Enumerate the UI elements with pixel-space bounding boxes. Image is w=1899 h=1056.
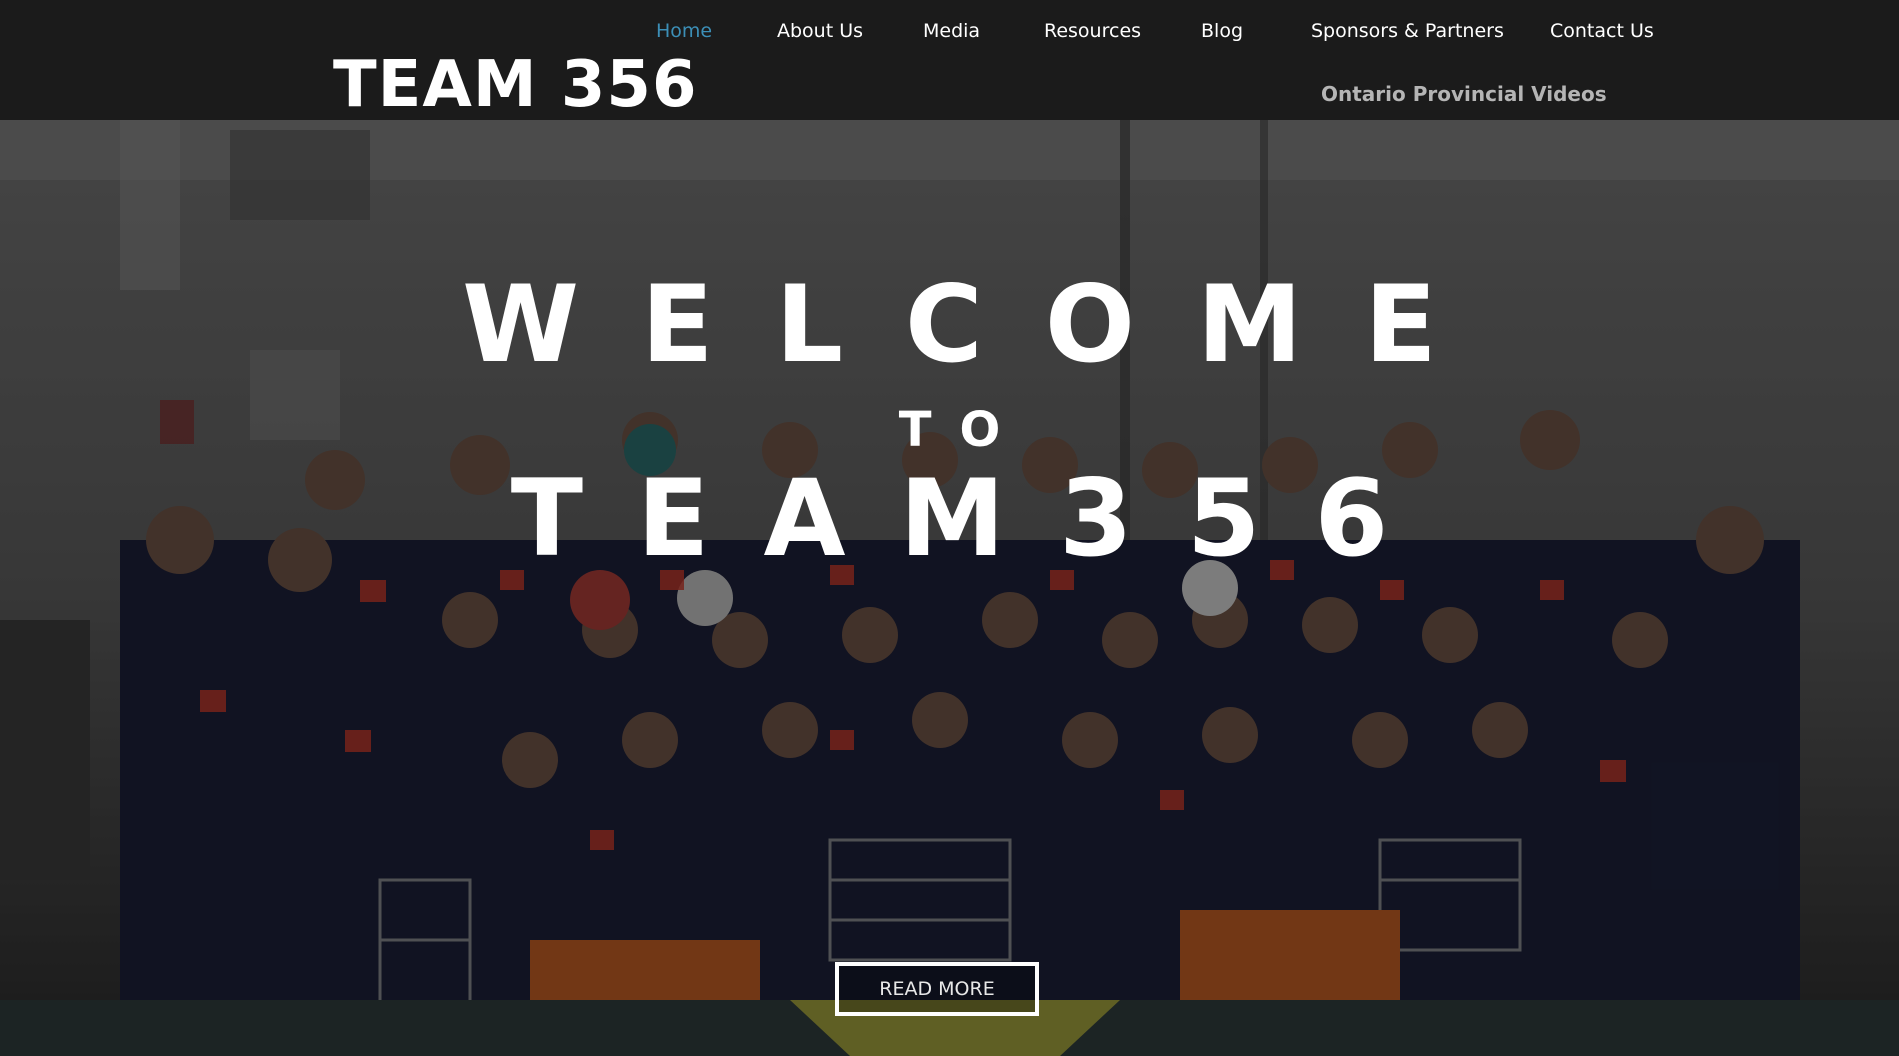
nav-item-contact-us[interactable]: Contact Us xyxy=(1550,16,1654,46)
hero-to-heading: TO xyxy=(898,402,1029,458)
hero-section: WELCOME TO TEAM356 READ MORE xyxy=(0,120,1899,1056)
hero-welcome-heading: WELCOME xyxy=(462,263,1499,386)
hero-team-heading: TEAM356 xyxy=(510,457,1443,580)
site-logo-text[interactable]: TEAM 356 xyxy=(333,48,697,122)
nav-item-media[interactable]: Media xyxy=(923,16,980,46)
read-more-button[interactable]: READ MORE xyxy=(835,962,1039,1016)
nav-item-home[interactable]: Home xyxy=(656,16,712,46)
nav-item-about-us[interactable]: About Us xyxy=(777,16,863,46)
nav-item-sponsors-partners[interactable]: Sponsors & Partners xyxy=(1311,16,1504,46)
hero-dark-overlay xyxy=(0,120,1899,1056)
nav-item-ontario-provincial-videos[interactable]: Ontario Provincial Videos xyxy=(1321,80,1607,108)
site-header: TEAM 356 Home About Us Media Resources B… xyxy=(0,0,1899,122)
nav-item-resources[interactable]: Resources xyxy=(1044,16,1141,46)
nav-item-blog[interactable]: Blog xyxy=(1201,16,1243,46)
